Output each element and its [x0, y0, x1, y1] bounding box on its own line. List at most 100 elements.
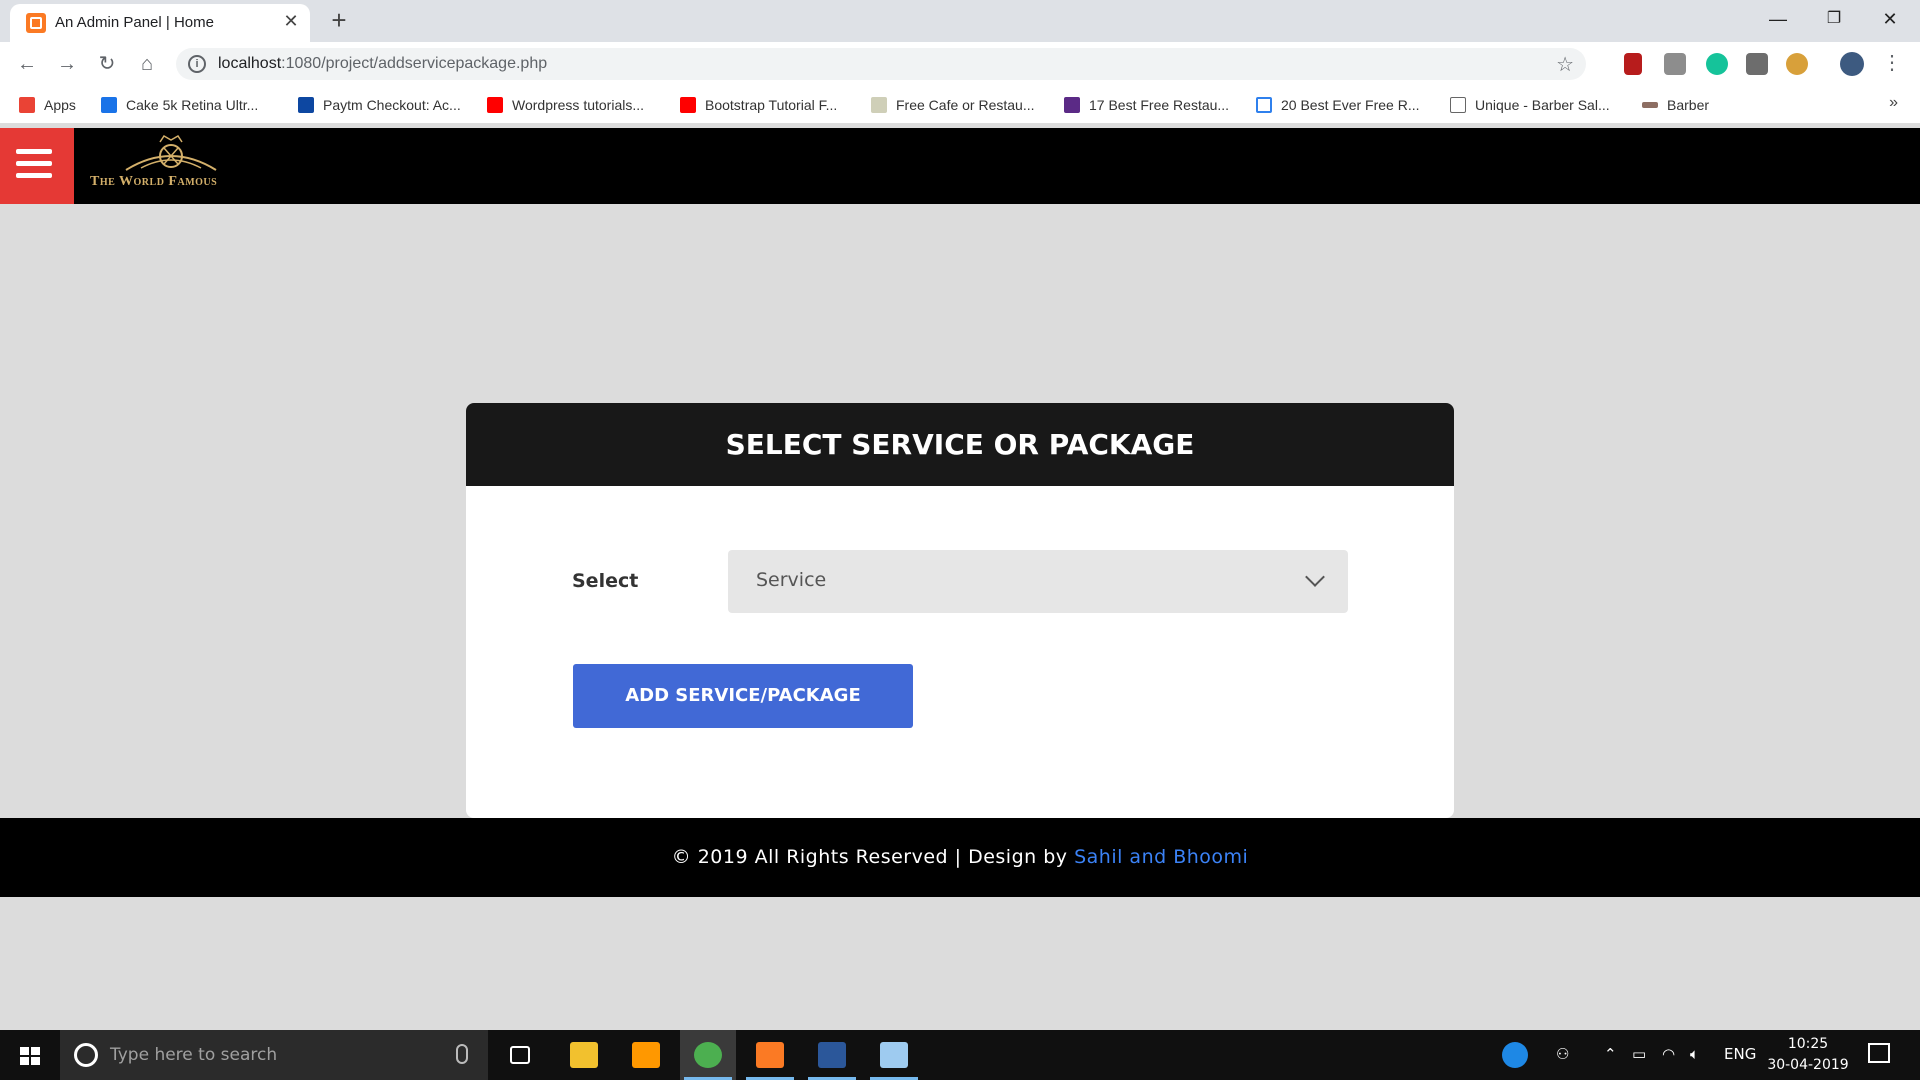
site-icon [1256, 97, 1272, 113]
xampp-favicon-icon [26, 13, 46, 33]
bookmark-label: Cake 5k Retina Ultr... [126, 97, 259, 113]
word-icon [818, 1042, 846, 1068]
css-site-icon [871, 97, 887, 113]
bookmark-apps[interactable]: Apps [19, 95, 76, 115]
bookmark-wordpress[interactable]: Wordpress tutorials... [487, 95, 644, 115]
bookmark-cake[interactable]: Cake 5k Retina Ultr... [101, 95, 258, 115]
bookmark-17-best[interactable]: 17 Best Free Restau... [1064, 95, 1229, 115]
taskbar-clock[interactable]: 10:25 30-04-2019 [1762, 1034, 1854, 1076]
extension-badge-icon[interactable] [1746, 53, 1768, 75]
back-arrow-icon[interactable]: ← [13, 50, 41, 78]
bookmark-label: 20 Best Ever Free R... [1281, 97, 1420, 113]
youtube-icon [487, 97, 503, 113]
youtube-icon [680, 97, 696, 113]
url-text[interactable]: localhost:1080/project/addservicepackage… [218, 55, 547, 73]
chevron-up-icon[interactable]: ⌃ [1604, 1045, 1617, 1063]
restore-window-button[interactable]: ❐ [1806, 0, 1862, 38]
search-placeholder: Type here to search [110, 1045, 278, 1065]
bookmark-unique-barber[interactable]: Unique - Barber Sal... [1450, 95, 1610, 115]
site-info-icon[interactable]: i [188, 55, 206, 73]
bookmark-free-cafe[interactable]: Free Cafe or Restau... [871, 95, 1035, 115]
eyedropper-extension-icon[interactable] [1664, 53, 1686, 75]
windows-taskbar: Type here to search ⚇ ⌃ ▭ ◠ 🔈︎ ENG 10:25… [0, 1030, 1920, 1080]
browser-toolbar: ← → ↻ ⌂ i localhost:1080/project/addserv… [0, 42, 1920, 86]
minimize-window-button[interactable]: — [1750, 0, 1806, 38]
service-package-select[interactable]: Service [728, 550, 1348, 613]
bookmark-label: 17 Best Free Restau... [1089, 97, 1230, 113]
grammarly-extension-icon[interactable] [1706, 53, 1728, 75]
new-tab-button[interactable]: + [325, 6, 353, 34]
sublime-text-icon [632, 1042, 660, 1068]
bookmark-paytm[interactable]: Paytm Checkout: Ac... [298, 95, 461, 115]
footer-text: © 2019 All Rights Reserved | Design by S… [0, 818, 1920, 897]
address-bar[interactable]: i localhost:1080/project/addservicepacka… [176, 48, 1586, 80]
taskbar-xampp[interactable] [742, 1030, 798, 1080]
paypal-icon [298, 97, 314, 113]
task-view-button[interactable] [492, 1030, 548, 1080]
site-header: The World Famous [0, 128, 1920, 204]
ublock-extension-icon[interactable] [1624, 53, 1642, 75]
close-window-button[interactable]: ✕ [1862, 0, 1918, 38]
taskbar-app-cube[interactable] [866, 1030, 922, 1080]
taskbar-file-explorer[interactable] [556, 1030, 612, 1080]
url-host: localhost [218, 55, 282, 72]
cake-site-icon [101, 97, 117, 113]
chevron-down-icon [1305, 567, 1325, 587]
card-title: SELECT SERVICE OR PACKAGE [725, 428, 1195, 461]
microphone-icon[interactable] [456, 1044, 468, 1064]
start-button[interactable] [0, 1030, 60, 1080]
taskbar-chrome[interactable] [680, 1030, 736, 1080]
footer-designer-link[interactable]: Sahil and Bhoomi [1074, 846, 1248, 868]
select-label: Select [572, 570, 639, 592]
bookmark-label: Unique - Barber Sal... [1475, 97, 1610, 113]
tab-close-icon[interactable]: ✕ [280, 10, 302, 32]
reload-icon[interactable]: ↻ [93, 50, 121, 78]
windows-logo-icon [20, 1047, 40, 1065]
battery-icon[interactable]: ▭ [1632, 1045, 1646, 1063]
xampp-icon [756, 1042, 784, 1068]
chrome-icon [694, 1042, 722, 1068]
bookmark-star-icon[interactable]: ☆ [1556, 52, 1574, 77]
browser-tab-strip: An Admin Panel | Home ✕ + — ❐ ✕ [0, 0, 1920, 42]
bookmark-label: Paytm Checkout: Ac... [323, 97, 461, 113]
bookmarks-overflow-icon[interactable]: » [1889, 94, 1898, 112]
bookmark-barber[interactable]: Barber [1642, 95, 1709, 115]
url-path: :1080/project/addservicepackage.php [281, 55, 548, 72]
logo-text: The World Famous [90, 174, 218, 189]
cube-app-icon [880, 1042, 908, 1068]
add-service-package-button[interactable]: ADD SERVICE/PACKAGE [573, 664, 913, 728]
folder-icon [570, 1042, 598, 1068]
clock-time: 10:25 [1787, 1036, 1829, 1052]
forward-arrow-icon[interactable]: → [53, 50, 81, 78]
bookmark-bootstrap[interactable]: Bootstrap Tutorial F... [680, 95, 837, 115]
hamburger-menu-icon[interactable] [0, 128, 74, 204]
browser-menu-icon[interactable]: ⋮ [1882, 50, 1902, 75]
apps-grid-icon [19, 97, 35, 113]
browser-tab[interactable]: An Admin Panel | Home ✕ [10, 4, 310, 42]
select-value: Service [756, 569, 827, 591]
volume-icon[interactable]: 🔈︎ [1690, 1045, 1699, 1063]
taskbar-search-box[interactable]: Type here to search [60, 1030, 488, 1080]
bookmark-20-best[interactable]: 20 Best Ever Free R... [1256, 95, 1420, 115]
people-icon[interactable]: ⚇ [1556, 1045, 1569, 1063]
clock-date: 30-04-2019 [1767, 1057, 1849, 1073]
tab-title: An Admin Panel | Home [55, 14, 214, 31]
wifi-icon[interactable]: ◠ [1662, 1045, 1675, 1063]
bookmark-label: Apps [44, 97, 76, 113]
home-icon[interactable]: ⌂ [133, 50, 161, 78]
taskbar-word[interactable] [804, 1030, 860, 1080]
action-center-icon[interactable] [1868, 1043, 1890, 1063]
language-indicator[interactable]: ENG [1724, 1045, 1756, 1063]
select-card: SELECT SERVICE OR PACKAGE Select Service… [466, 403, 1454, 818]
bookmark-label: Bootstrap Tutorial F... [705, 97, 838, 113]
card-header: SELECT SERVICE OR PACKAGE [466, 403, 1454, 486]
site-logo[interactable]: The World Famous [86, 134, 256, 198]
mustache-icon [1642, 102, 1658, 108]
taskbar-sublime[interactable] [618, 1030, 674, 1080]
help-icon[interactable] [1502, 1042, 1528, 1068]
bookmark-label: Barber [1667, 97, 1710, 113]
cookie-extension-icon[interactable] [1786, 53, 1808, 75]
bookmark-label: Free Cafe or Restau... [896, 97, 1035, 113]
bookmarks-bar: Apps Cake 5k Retina Ultr... Paytm Checko… [0, 86, 1920, 124]
profile-avatar-icon[interactable] [1840, 52, 1864, 76]
